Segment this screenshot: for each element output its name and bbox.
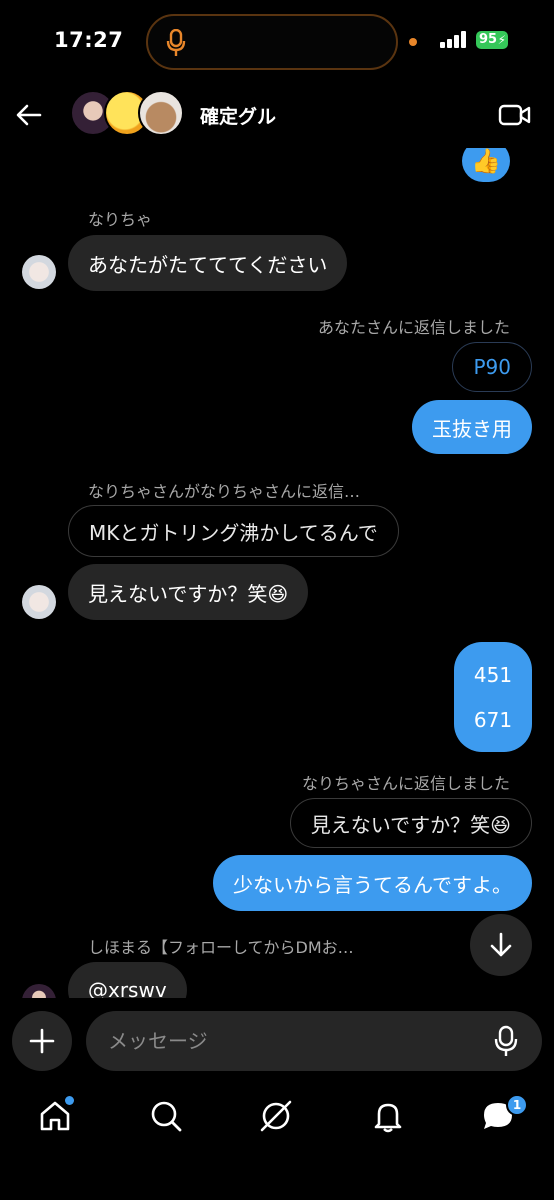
reply-label: なりちゃさんがなりちゃさんに返信… <box>88 482 361 501</box>
quoted-message[interactable]: 見えないですか？笑😆 <box>289 798 532 848</box>
dynamic-island <box>146 14 398 70</box>
message-composer <box>0 1000 554 1080</box>
bell-icon <box>374 1103 402 1133</box>
quoted-text: MKとガトリング沸かしてるんで <box>89 520 378 545</box>
video-call-icon[interactable] <box>498 103 532 127</box>
status-bar: 17:27 95 ⚡ <box>0 0 554 84</box>
message-text: 見えないですか？笑😆 <box>88 581 289 606</box>
messages-badge: 1 <box>506 1094 528 1116</box>
group-title[interactable]: 確定グル <box>200 102 276 129</box>
message-bubble-incoming[interactable]: あなたがたてててください <box>68 235 348 291</box>
plus-icon <box>29 1028 55 1054</box>
status-time: 17:27 <box>54 28 124 52</box>
tab-home[interactable] <box>37 1096 77 1138</box>
reaction-bubble[interactable]: 👍 <box>462 148 510 182</box>
message-text: 少ないから言うてるんですよ。 <box>233 872 512 897</box>
tab-search[interactable] <box>148 1098 188 1138</box>
message-text: @xrswv <box>88 978 167 998</box>
search-icon <box>151 1101 182 1132</box>
message-field[interactable] <box>86 1011 542 1071</box>
message-text: 451 <box>473 662 513 687</box>
avatar[interactable] <box>22 984 56 998</box>
message-bubble-outgoing[interactable]: 451 671 <box>454 642 532 752</box>
arrow-down-icon <box>490 932 512 957</box>
battery-level: 95 <box>479 32 498 47</box>
sender-name: しほまる【フォローしてからDMお… <box>88 938 354 957</box>
quoted-text: 見えないですか？笑😆 <box>310 812 511 837</box>
quoted-message[interactable]: MKとガトリング沸かしてるんで <box>68 505 399 557</box>
message-bubble-outgoing[interactable]: 少ないから言うてるんですよ。 <box>213 855 532 911</box>
battery-icon: 95 ⚡ <box>476 31 508 49</box>
reply-label: なりちゃさんに返信しました <box>301 774 510 793</box>
sender-name: なりちゃ <box>88 210 153 229</box>
thumbs-up-icon: 👍 <box>471 148 501 175</box>
message-bubble-incoming[interactable]: 見えないですか？笑😆 <box>68 564 309 620</box>
avatar[interactable] <box>22 255 56 289</box>
cellular-signal-icon <box>440 30 470 48</box>
bottom-tab-bar: 1 <box>0 1082 554 1152</box>
tab-grok[interactable] <box>258 1098 298 1138</box>
message-text: 玉抜き用 <box>432 416 512 441</box>
quoted-message[interactable]: P90 <box>452 342 532 392</box>
quoted-text: P90 <box>473 355 511 379</box>
scroll-to-bottom-button[interactable] <box>470 914 532 976</box>
message-input[interactable] <box>108 1011 478 1071</box>
message-text: あなたがたてててください <box>88 252 328 277</box>
message-bubble-incoming[interactable]: @xrswv <box>68 962 187 998</box>
microphone-icon[interactable] <box>494 1025 518 1057</box>
message-bubble-outgoing[interactable]: 玉抜き用 <box>412 400 532 454</box>
back-arrow-icon[interactable] <box>14 100 44 130</box>
chat-header: 確定グル <box>0 84 554 148</box>
add-attachment-button[interactable] <box>12 1011 72 1071</box>
avatar <box>138 90 184 136</box>
message-text: 671 <box>473 707 513 732</box>
tab-messages[interactable]: 1 <box>480 1094 528 1138</box>
home-indicator <box>202 1186 352 1191</box>
privacy-dot <box>409 38 417 46</box>
grok-icon <box>260 1100 292 1132</box>
message-list[interactable]: 👍 なりちゃ あなたがたてててください あなたさんに返信しました P90 玉抜き… <box>0 148 554 998</box>
notification-dot <box>65 1096 74 1105</box>
avatar[interactable] <box>22 585 56 619</box>
reply-label: あなたさんに返信しました <box>317 318 510 337</box>
tab-notifications[interactable] <box>370 1098 410 1138</box>
group-avatars[interactable] <box>70 90 190 138</box>
microphone-indicator-icon <box>166 29 186 56</box>
